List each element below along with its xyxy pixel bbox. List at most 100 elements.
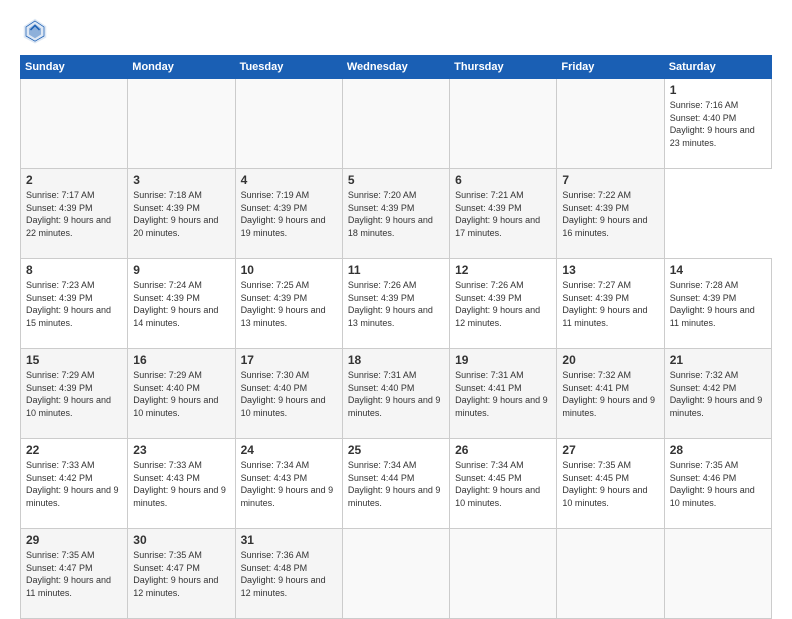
day-info: Sunrise: 7:19 AMSunset: 4:39 PMDaylight:… [241, 190, 326, 238]
day-info: Sunrise: 7:33 AMSunset: 4:43 PMDaylight:… [133, 460, 226, 508]
day-number: 7 [562, 173, 658, 187]
day-cell-27: 27 Sunrise: 7:35 AMSunset: 4:45 PMDayligh… [557, 439, 664, 529]
empty-cell [450, 529, 557, 619]
day-cell-1: 1 Sunrise: 7:16 AMSunset: 4:40 PMDaylight… [664, 79, 771, 169]
day-cell-3: 3 Sunrise: 7:18 AMSunset: 4:39 PMDaylight… [128, 169, 235, 259]
week-row-5: 22 Sunrise: 7:33 AMSunset: 4:42 PMDayligh… [21, 439, 772, 529]
header [20, 15, 772, 45]
week-row-2: 2Sunrise: 7:17 AMSunset: 4:39 PMDaylight… [21, 169, 772, 259]
day-info: Sunrise: 7:34 AMSunset: 4:45 PMDaylight:… [455, 460, 540, 508]
day-info: Sunrise: 7:35 AMSunset: 4:47 PMDaylight:… [133, 550, 218, 598]
day-cell-5: 5Sunrise: 7:20 AMSunset: 4:39 PMDaylight… [342, 169, 449, 259]
day-cell-13: 13Sunrise: 7:27 AMSunset: 4:39 PMDayligh… [557, 259, 664, 349]
day-header-sunday: Sunday [21, 56, 128, 79]
day-number: 22 [26, 443, 122, 457]
day-info: Sunrise: 7:29 AMSunset: 4:40 PMDaylight:… [133, 370, 218, 418]
day-cell-29: 29 Sunrise: 7:35 AMSunset: 4:47 PMDayligh… [21, 529, 128, 619]
header-row: SundayMondayTuesdayWednesdayThursdayFrid… [21, 56, 772, 79]
day-info: Sunrise: 7:30 AMSunset: 4:40 PMDaylight:… [241, 370, 326, 418]
day-cell-14: 14 Sunrise: 7:28 AMSunset: 4:39 PMDayligh… [664, 259, 771, 349]
day-info: Sunrise: 7:29 AMSunset: 4:39 PMDaylight:… [26, 370, 111, 418]
day-header-wednesday: Wednesday [342, 56, 449, 79]
day-number: 14 [670, 263, 766, 277]
day-cell-25: 25Sunrise: 7:34 AMSunset: 4:44 PMDayligh… [342, 439, 449, 529]
day-number: 5 [348, 173, 444, 187]
day-number: 23 [133, 443, 229, 457]
week-row-4: 15 Sunrise: 7:29 AMSunset: 4:39 PMDayligh… [21, 349, 772, 439]
day-info: Sunrise: 7:31 AMSunset: 4:41 PMDaylight:… [455, 370, 548, 418]
day-cell-8: 8 Sunrise: 7:23 AMSunset: 4:39 PMDaylight… [21, 259, 128, 349]
day-number: 6 [455, 173, 551, 187]
empty-cell [450, 79, 557, 169]
day-info: Sunrise: 7:33 AMSunset: 4:42 PMDaylight:… [26, 460, 119, 508]
day-header-thursday: Thursday [450, 56, 557, 79]
day-number: 21 [670, 353, 766, 367]
day-info: Sunrise: 7:32 AMSunset: 4:42 PMDaylight:… [670, 370, 763, 418]
empty-cell [557, 529, 664, 619]
day-number: 12 [455, 263, 551, 277]
day-number: 31 [241, 533, 337, 547]
empty-cell [557, 79, 664, 169]
day-info: Sunrise: 7:25 AMSunset: 4:39 PMDaylight:… [241, 280, 326, 328]
day-info: Sunrise: 7:35 AMSunset: 4:47 PMDaylight:… [26, 550, 111, 598]
day-cell-4: 4 Sunrise: 7:19 AMSunset: 4:39 PMDaylight… [235, 169, 342, 259]
day-info: Sunrise: 7:26 AMSunset: 4:39 PMDaylight:… [348, 280, 433, 328]
day-cell-20: 20Sunrise: 7:32 AMSunset: 4:41 PMDayligh… [557, 349, 664, 439]
week-row-1: 1 Sunrise: 7:16 AMSunset: 4:40 PMDaylight… [21, 79, 772, 169]
day-info: Sunrise: 7:34 AMSunset: 4:43 PMDaylight:… [241, 460, 334, 508]
empty-cell [342, 529, 449, 619]
day-info: Sunrise: 7:24 AMSunset: 4:39 PMDaylight:… [133, 280, 218, 328]
day-number: 1 [670, 83, 766, 97]
day-info: Sunrise: 7:23 AMSunset: 4:39 PMDaylight:… [26, 280, 111, 328]
day-cell-10: 10 Sunrise: 7:25 AMSunset: 4:39 PMDayligh… [235, 259, 342, 349]
day-cell-21: 21 Sunrise: 7:32 AMSunset: 4:42 PMDayligh… [664, 349, 771, 439]
day-number: 28 [670, 443, 766, 457]
day-cell-9: 9 Sunrise: 7:24 AMSunset: 4:39 PMDaylight… [128, 259, 235, 349]
day-cell-6: 6 Sunrise: 7:21 AMSunset: 4:39 PMDaylight… [450, 169, 557, 259]
day-cell-19: 19Sunrise: 7:31 AMSunset: 4:41 PMDayligh… [450, 349, 557, 439]
day-cell-17: 17 Sunrise: 7:30 AMSunset: 4:40 PMDayligh… [235, 349, 342, 439]
empty-cell [235, 79, 342, 169]
day-number: 10 [241, 263, 337, 277]
day-cell-24: 24 Sunrise: 7:34 AMSunset: 4:43 PMDayligh… [235, 439, 342, 529]
day-number: 17 [241, 353, 337, 367]
day-number: 8 [26, 263, 122, 277]
day-info: Sunrise: 7:32 AMSunset: 4:41 PMDaylight:… [562, 370, 655, 418]
day-info: Sunrise: 7:34 AMSunset: 4:44 PMDaylight:… [348, 460, 441, 508]
empty-cell [21, 79, 128, 169]
calendar-table: SundayMondayTuesdayWednesdayThursdayFrid… [20, 55, 772, 619]
day-cell-11: 11Sunrise: 7:26 AMSunset: 4:39 PMDayligh… [342, 259, 449, 349]
day-number: 13 [562, 263, 658, 277]
day-cell-31: 31 Sunrise: 7:36 AMSunset: 4:48 PMDayligh… [235, 529, 342, 619]
day-number: 24 [241, 443, 337, 457]
day-info: Sunrise: 7:16 AMSunset: 4:40 PMDaylight:… [670, 100, 755, 148]
empty-cell [342, 79, 449, 169]
day-number: 27 [562, 443, 658, 457]
logo [20, 15, 54, 45]
day-cell-12: 12Sunrise: 7:26 AMSunset: 4:39 PMDayligh… [450, 259, 557, 349]
empty-cell [128, 79, 235, 169]
day-number: 2 [26, 173, 122, 187]
day-number: 9 [133, 263, 229, 277]
day-cell-22: 22 Sunrise: 7:33 AMSunset: 4:42 PMDayligh… [21, 439, 128, 529]
day-number: 26 [455, 443, 551, 457]
day-cell-26: 26 Sunrise: 7:34 AMSunset: 4:45 PMDayligh… [450, 439, 557, 529]
page: SundayMondayTuesdayWednesdayThursdayFrid… [0, 0, 792, 612]
day-number: 29 [26, 533, 122, 547]
day-info: Sunrise: 7:28 AMSunset: 4:39 PMDaylight:… [670, 280, 755, 328]
day-header-saturday: Saturday [664, 56, 771, 79]
day-info: Sunrise: 7:21 AMSunset: 4:39 PMDaylight:… [455, 190, 540, 238]
day-cell-7: 7 Sunrise: 7:22 AMSunset: 4:39 PMDaylight… [557, 169, 664, 259]
day-info: Sunrise: 7:22 AMSunset: 4:39 PMDaylight:… [562, 190, 647, 238]
day-number: 16 [133, 353, 229, 367]
day-info: Sunrise: 7:31 AMSunset: 4:40 PMDaylight:… [348, 370, 441, 418]
day-number: 18 [348, 353, 444, 367]
day-number: 4 [241, 173, 337, 187]
logo-icon [20, 15, 50, 45]
day-header-tuesday: Tuesday [235, 56, 342, 79]
day-info: Sunrise: 7:36 AMSunset: 4:48 PMDaylight:… [241, 550, 326, 598]
day-info: Sunrise: 7:18 AMSunset: 4:39 PMDaylight:… [133, 190, 218, 238]
day-number: 3 [133, 173, 229, 187]
day-number: 15 [26, 353, 122, 367]
day-info: Sunrise: 7:35 AMSunset: 4:45 PMDaylight:… [562, 460, 647, 508]
